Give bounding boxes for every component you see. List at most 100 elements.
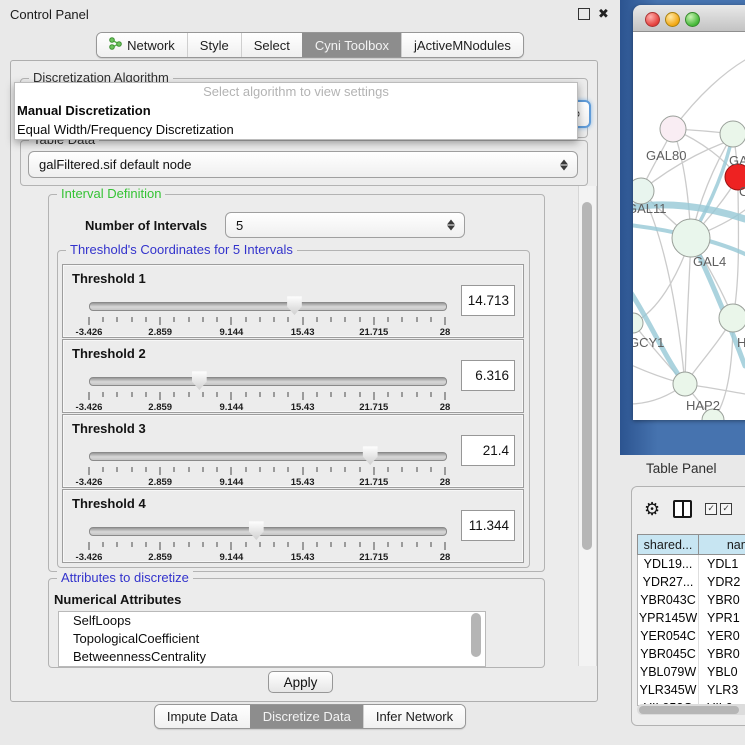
dropdown-option-equal-width[interactable]: Equal Width/Frequency Discretization — [15, 121, 577, 140]
table-cell-shared-name[interactable]: YBR043C — [638, 591, 699, 609]
table-cell-shared-name[interactable]: YPR145W — [638, 609, 699, 627]
tab-cyni-toolbox[interactable]: Cyni Toolbox — [302, 33, 401, 57]
algorithm-dropdown-popup: Select algorithm to view settings Manual… — [14, 82, 578, 140]
tab-impute-data[interactable]: Impute Data — [155, 705, 250, 728]
table-cell-name[interactable]: YBR0 — [699, 591, 745, 609]
table-cell-shared-name[interactable]: YDR27... — [638, 573, 699, 591]
tab-select[interactable]: Select — [241, 33, 302, 57]
attributes-list-scrollbar-thumb[interactable] — [471, 613, 481, 657]
tab-label: Impute Data — [167, 709, 238, 724]
attribute-list-item[interactable]: BetweennessCentrality — [59, 648, 485, 666]
network-canvas[interactable]: GAL80GACGAL11GAL4GCY1HHAP2 — [633, 32, 745, 420]
slider-thumb[interactable] — [362, 446, 378, 465]
network-edge[interactable] — [641, 191, 685, 384]
column-header-shared-name[interactable]: shared... — [638, 535, 699, 554]
table-horizontal-scrollbar[interactable] — [637, 704, 745, 715]
attribute-list-item[interactable]: SelfLoops — [59, 612, 485, 630]
tab-network[interactable]: Network — [97, 33, 187, 57]
table-header-row: shared... name — [637, 534, 745, 555]
threshold-slider-2[interactable]: -3.4262.8599.14415.4321.71528 — [89, 370, 445, 410]
slider-ticks — [89, 467, 445, 476]
table-row[interactable]: YBR045CYBR0 — [638, 645, 745, 663]
table-cell-name[interactable]: YDL1 — [699, 555, 745, 573]
tab-style[interactable]: Style — [187, 33, 241, 57]
table-horizontal-scrollbar-thumb[interactable] — [639, 706, 739, 714]
apply-button[interactable]: Apply — [268, 671, 333, 693]
attribute-list-item[interactable]: TopologicalCoefficient — [59, 630, 485, 648]
threshold-value-field[interactable] — [461, 285, 515, 316]
tab-infer-network[interactable]: Infer Network — [363, 705, 465, 728]
table-cell-shared-name[interactable]: YDL19... — [638, 555, 699, 573]
column-checkboxes-icon[interactable]: ✓ ✓ — [705, 503, 732, 515]
table-row[interactable]: YBL079WYBL0 — [638, 663, 745, 681]
network-node-hap2[interactable] — [673, 372, 697, 396]
table-row[interactable]: YER054CYER0 — [638, 627, 745, 645]
float-panel-icon[interactable] — [578, 8, 590, 20]
slider-track[interactable] — [89, 527, 447, 536]
slider-thumb[interactable] — [248, 521, 264, 540]
network-node-ga[interactable] — [720, 121, 745, 147]
table-cell-shared-name[interactable]: YLR345W — [638, 681, 699, 699]
column-header-name[interactable]: name — [699, 535, 745, 554]
slider-thumb[interactable] — [191, 371, 207, 390]
settings-scrollbar[interactable] — [578, 186, 597, 666]
table-cell-shared-name[interactable]: YER054C — [638, 627, 699, 645]
network-edge[interactable] — [685, 238, 691, 384]
table-row[interactable]: YDL19...YDL1 — [638, 555, 745, 573]
table-panel-title: Table Panel — [646, 461, 717, 476]
zoom-window-button[interactable] — [685, 12, 700, 27]
table-cell-name[interactable]: YLR3 — [699, 681, 745, 699]
table-cell-name[interactable]: YER0 — [699, 627, 745, 645]
table-cell-name[interactable]: YDR2 — [699, 573, 745, 591]
attributes-group-title: Attributes to discretize — [57, 570, 193, 585]
table-cell-name[interactable]: YPR1 — [699, 609, 745, 627]
numerical-attributes-list[interactable]: SelfLoopsTopologicalCoefficientBetweenne… — [58, 611, 486, 667]
top-tab-group: NetworkStyleSelectCyni ToolboxjActiveMNo… — [96, 32, 524, 58]
table-row[interactable]: YDR27...YDR2 — [638, 573, 745, 591]
number-of-intervals-combobox[interactable]: 5 — [225, 212, 465, 238]
slider-track[interactable] — [89, 302, 447, 311]
dropdown-option-manual[interactable]: Manual Discretization — [15, 102, 577, 121]
minimize-window-button[interactable] — [665, 12, 680, 27]
tab-jactivemnodules[interactable]: jActiveMNodules — [401, 33, 523, 57]
gear-icon[interactable]: ⚙ — [644, 500, 660, 518]
network-node-label: GAL11 — [633, 201, 667, 216]
network-node-label: HAP2 — [686, 398, 720, 413]
table-row[interactable]: YLR345WYLR3 — [638, 681, 745, 699]
table-cell-shared-name[interactable]: YBL079W — [638, 663, 699, 681]
slider-track[interactable] — [89, 377, 447, 386]
network-node-gcy1[interactable] — [633, 313, 643, 333]
network-graph[interactable]: GAL80GACGAL11GAL4GCY1HHAP2 — [633, 32, 745, 420]
table-cell-shared-name[interactable]: YBR045C — [638, 645, 699, 663]
settings-scrollbar-thumb[interactable] — [582, 202, 592, 550]
threshold-slider-1[interactable]: -3.4262.8599.14415.4321.71528 — [89, 295, 445, 335]
panel-title: Control Panel — [10, 7, 89, 22]
table-body: YDL19...YDL1YDR27...YDR2YBR043CYBR0YPR14… — [637, 555, 745, 706]
table-data-combobox[interactable]: galFiltered.sif default node — [28, 151, 578, 178]
network-window-titlebar[interactable] — [633, 5, 745, 32]
close-window-button[interactable] — [645, 12, 660, 27]
threshold-slider-3[interactable]: -3.4262.8599.14415.4321.71528 — [89, 445, 445, 485]
close-panel-icon[interactable]: ✖ — [598, 8, 609, 20]
threshold-value-field[interactable] — [461, 510, 515, 541]
table-cell-name[interactable]: YBR0 — [699, 645, 745, 663]
checkbox-icon[interactable]: ✓ — [720, 503, 732, 515]
threshold-slider-4[interactable]: -3.4262.8599.14415.4321.71528 — [89, 520, 445, 560]
network-edge[interactable] — [673, 60, 745, 129]
network-node-gal80[interactable] — [660, 116, 686, 142]
table-row[interactable]: YPR145WYPR1 — [638, 609, 745, 627]
split-table-icon[interactable] — [673, 500, 692, 518]
table-cell-name[interactable]: YBL0 — [699, 663, 745, 681]
slider-thumb[interactable] — [286, 296, 302, 315]
threshold-value-field[interactable] — [461, 360, 515, 391]
network-node-gal4[interactable] — [672, 219, 710, 257]
dropdown-prompt-item[interactable]: Select algorithm to view settings — [15, 83, 577, 102]
network-node-h[interactable] — [719, 304, 745, 332]
threshold-value-field[interactable] — [461, 435, 515, 466]
network-edge[interactable] — [733, 190, 738, 318]
tab-discretize-data[interactable]: Discretize Data — [250, 705, 363, 728]
slider-track[interactable] — [89, 452, 447, 461]
number-of-intervals-value: 5 — [236, 218, 243, 233]
checkbox-icon[interactable]: ✓ — [705, 503, 717, 515]
table-row[interactable]: YBR043CYBR0 — [638, 591, 745, 609]
